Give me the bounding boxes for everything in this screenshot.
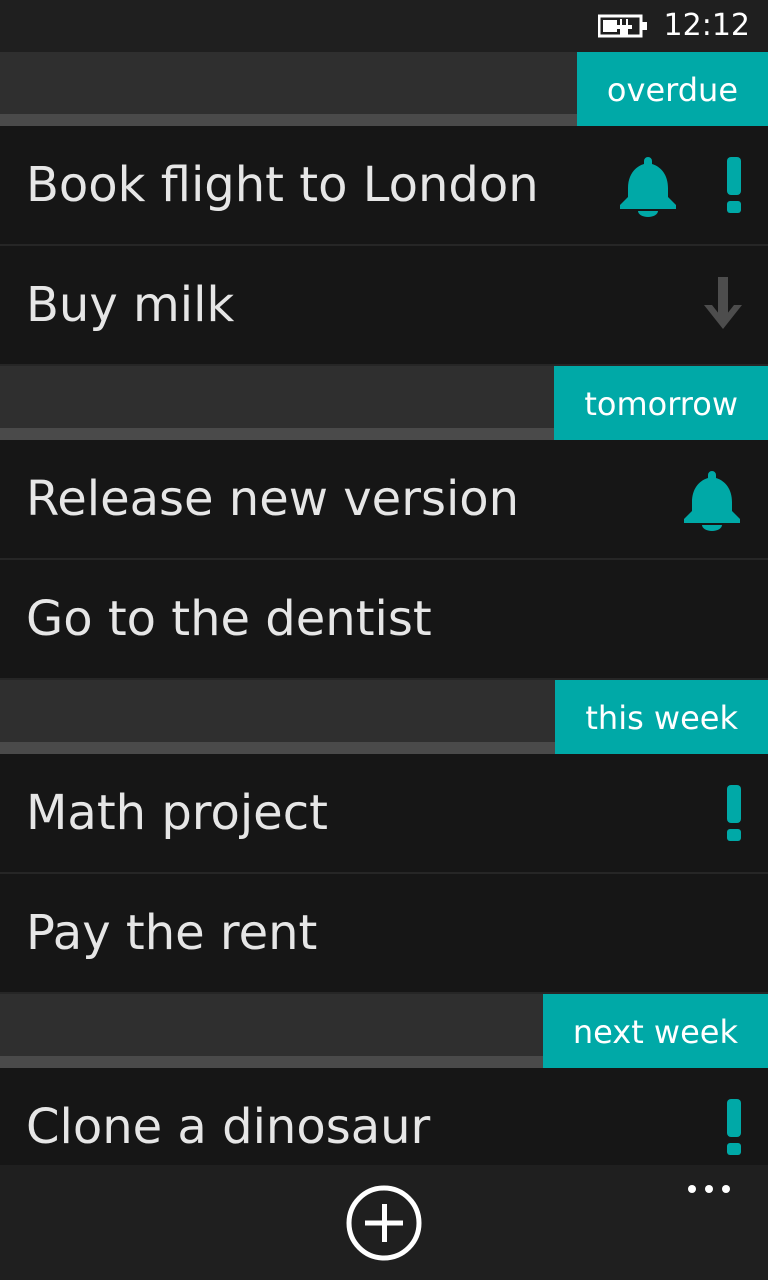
task-icons	[680, 440, 744, 558]
task-item[interactable]: Math project	[0, 754, 768, 874]
task-icons	[724, 754, 744, 872]
task-item[interactable]: Pay the rent	[0, 874, 768, 994]
task-title: Go to the dentist	[26, 591, 432, 647]
bell-icon	[620, 157, 676, 217]
task-title: Book flight to London	[26, 157, 539, 213]
task-title: Math project	[26, 785, 328, 841]
exclamation-icon	[727, 785, 741, 841]
group-header: next week	[0, 994, 768, 1068]
group-label[interactable]: next week	[542, 994, 768, 1068]
clock: 12:12	[663, 8, 750, 43]
task-title: Release new version	[26, 471, 520, 527]
app-bar	[0, 1165, 768, 1280]
task-item[interactable]: Buy milk	[0, 246, 768, 366]
task-item[interactable]: Go to the dentist	[0, 560, 768, 680]
task-title: Buy milk	[26, 277, 235, 333]
task-list: overdue Book flight to London Buy milk tomo…	[0, 52, 768, 1188]
arrow-down-icon	[704, 277, 742, 329]
group-label[interactable]: this week	[555, 680, 768, 754]
status-bar: 12:12	[0, 0, 768, 52]
exclamation-icon	[727, 157, 741, 213]
task-item[interactable]: Book flight to London	[0, 126, 768, 246]
task-item[interactable]: Release new version	[0, 440, 768, 560]
task-icons	[702, 246, 744, 364]
battery-charging-icon	[598, 14, 647, 38]
group-header: overdue	[0, 52, 768, 126]
group-header: this week	[0, 680, 768, 754]
more-button[interactable]	[684, 1179, 734, 1203]
task-icons	[616, 126, 744, 244]
group-label[interactable]: overdue	[576, 52, 768, 126]
group-header: tomorrow	[0, 366, 768, 440]
exclamation-icon	[727, 1099, 741, 1155]
task-title: Pay the rent	[26, 905, 318, 961]
group-label[interactable]: tomorrow	[554, 366, 768, 440]
add-button[interactable]	[345, 1184, 423, 1262]
bell-icon	[684, 471, 740, 531]
